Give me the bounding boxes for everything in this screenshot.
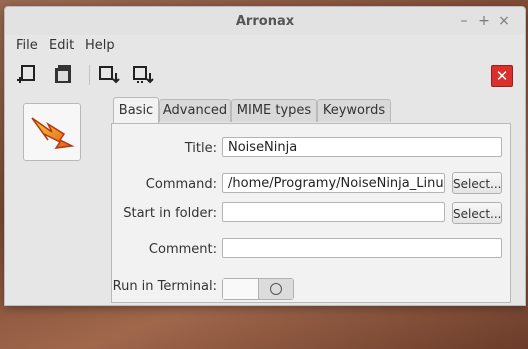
command-label: Command: [145, 177, 217, 192]
command-select-button[interactable]: Select... [452, 172, 502, 194]
comment-field[interactable] [222, 238, 502, 258]
title-field[interactable]: NoiseNinja [222, 137, 502, 157]
title-label: Title: [184, 141, 217, 156]
close-window-icon[interactable]: × [495, 12, 513, 30]
maximize-icon[interactable]: + [475, 12, 493, 30]
save-as-icon[interactable] [131, 63, 155, 87]
tab-keywords[interactable]: Keywords [317, 99, 391, 122]
run-in-terminal-switch[interactable] [222, 278, 294, 300]
open-launcher-icon[interactable] [51, 63, 75, 87]
tab-advanced[interactable]: Advanced [159, 99, 231, 122]
start-folder-label: Start in folder: [123, 206, 217, 221]
new-launcher-icon[interactable] [17, 63, 41, 87]
start-folder-select-button[interactable]: Select... [452, 202, 502, 224]
switch-indicator-icon [270, 283, 282, 295]
launcher-icon-button[interactable] [23, 103, 81, 161]
menu-help[interactable]: Help [85, 38, 115, 53]
switch-off-half [223, 279, 259, 299]
desktop-background [0, 305, 528, 349]
tab-mime-types[interactable]: MIME types [231, 99, 317, 122]
menu-file[interactable]: File [16, 38, 38, 53]
tab-basic[interactable]: Basic [113, 97, 159, 123]
close-app-button[interactable]: ✕ [491, 65, 513, 87]
start-folder-field[interactable] [222, 202, 445, 222]
app-icon [31, 117, 75, 149]
command-field[interactable]: /home/Programy/NoiseNinja_Linux [222, 173, 445, 193]
toolbar-separator [89, 65, 90, 85]
window-title: Arronax [235, 14, 295, 29]
minimize-icon[interactable]: – [455, 12, 473, 30]
toolbar: ✕ [5, 61, 525, 91]
title-bar: Arronax – + × [5, 7, 525, 35]
save-icon[interactable] [97, 63, 121, 87]
comment-label: Comment: [148, 242, 217, 257]
app-window: Arronax – + × File Edit Help ✕ Basic Adv… [4, 6, 526, 306]
menu-edit[interactable]: Edit [49, 38, 74, 53]
run-in-terminal-label: Run in Terminal: [112, 279, 217, 294]
